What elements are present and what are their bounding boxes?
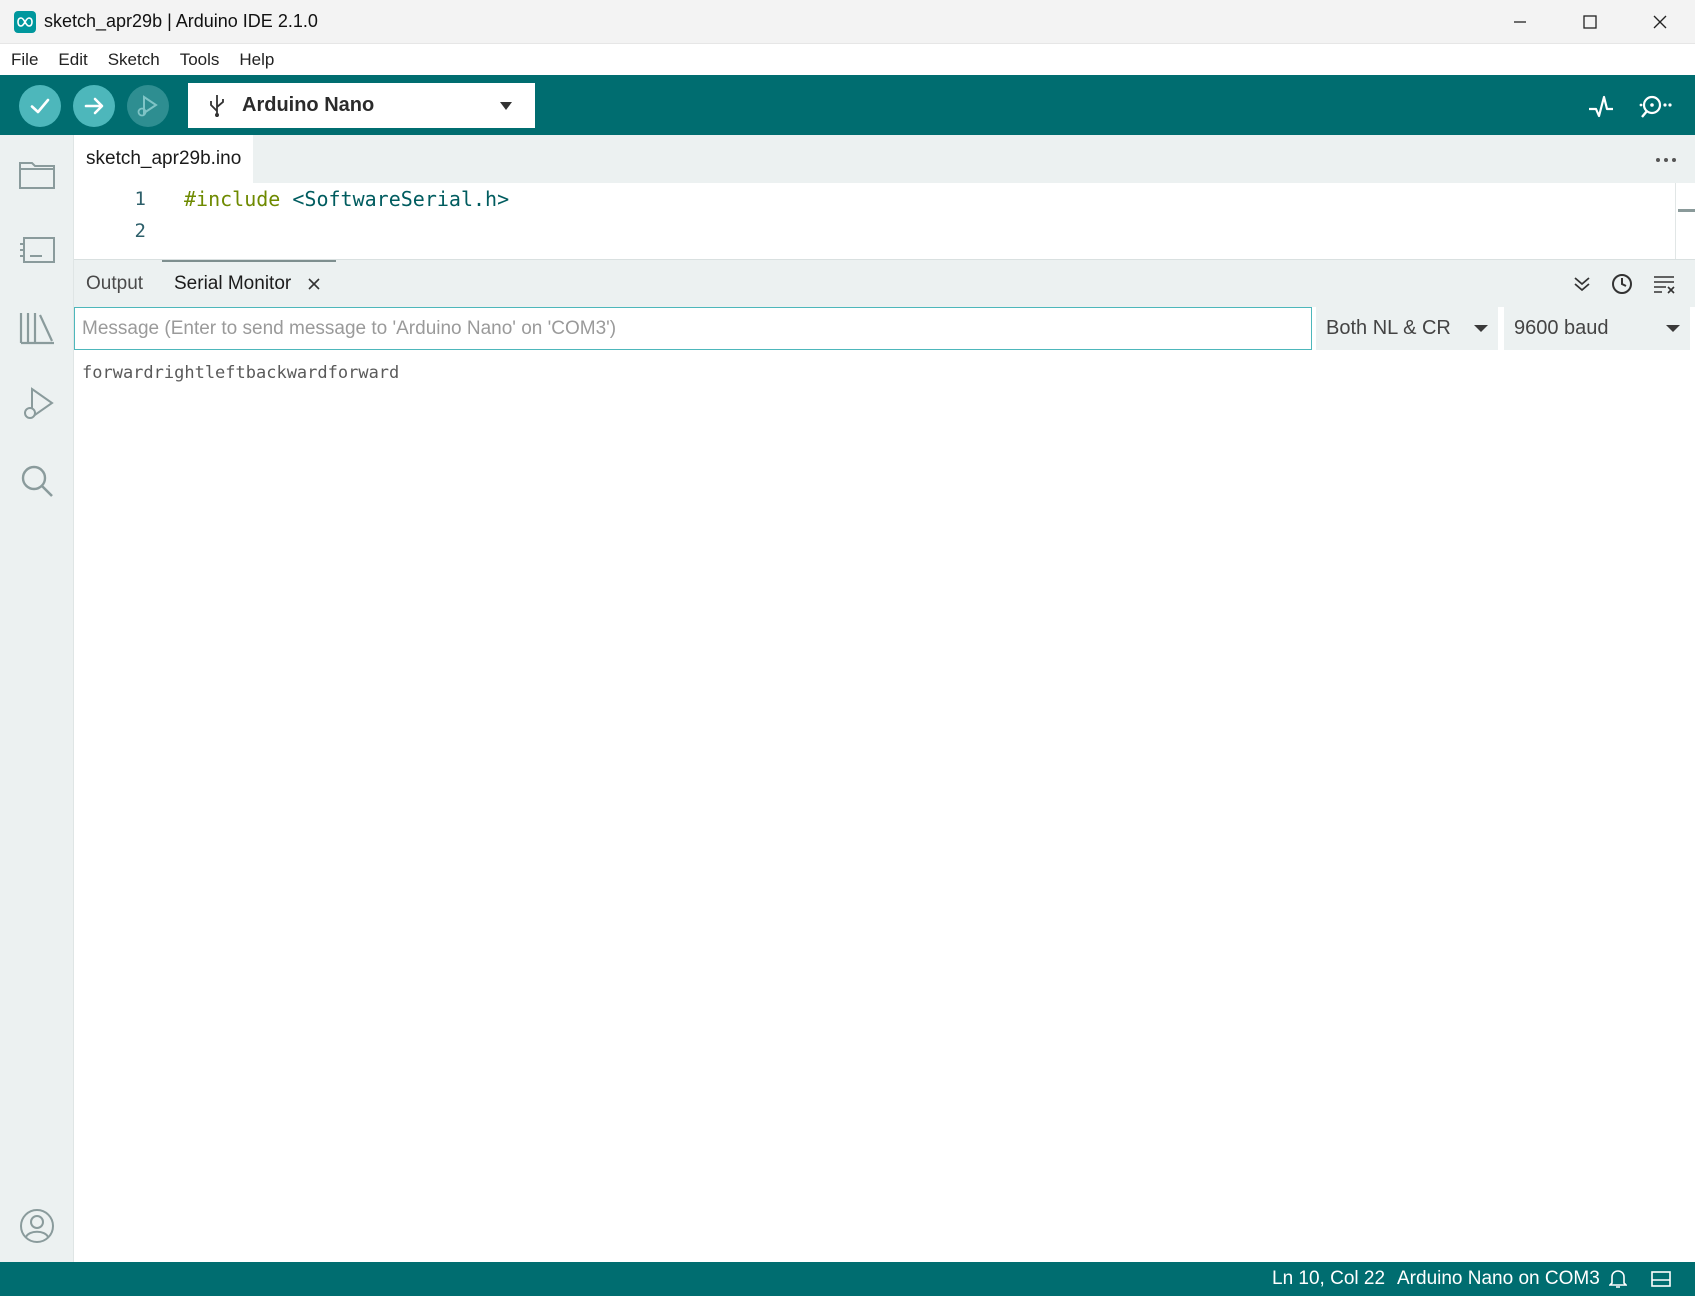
line-number: 2	[134, 220, 146, 242]
autoscroll-button[interactable]	[1568, 270, 1596, 298]
more-icon	[1656, 158, 1676, 162]
window-title: sketch_apr29b | Arduino IDE 2.1.0	[44, 11, 318, 31]
code-line: 2	[74, 215, 1674, 247]
menu-tools[interactable]: Tools	[180, 50, 220, 70]
account-button[interactable]	[16, 1205, 58, 1247]
menu-file[interactable]: File	[11, 50, 38, 70]
library-manager-button[interactable]	[16, 307, 58, 349]
close-tab-button[interactable]	[305, 275, 323, 293]
title-bar: sketch_apr29b | Arduino IDE 2.1.0	[0, 0, 1695, 44]
close-icon	[308, 278, 320, 290]
more-actions-button[interactable]	[1651, 145, 1681, 175]
panel-layout-icon	[1651, 1271, 1671, 1287]
double-chevron-down-icon	[1574, 277, 1590, 292]
maximize-button[interactable]	[1555, 0, 1625, 44]
panel-tab-strip: Output Serial Monitor	[74, 259, 1695, 307]
chevron-down-icon	[1666, 325, 1680, 332]
minimize-icon	[1514, 21, 1526, 23]
folder-icon	[19, 162, 55, 189]
usb-icon	[210, 94, 224, 117]
close-window-button[interactable]	[1625, 0, 1695, 44]
upload-button[interactable]	[73, 85, 115, 127]
serial-plotter-button[interactable]	[1583, 89, 1619, 125]
tab-serial-monitor[interactable]: Serial Monitor	[161, 260, 337, 308]
search-button[interactable]	[16, 460, 58, 502]
menu-bar: File Edit Sketch Tools Help	[0, 44, 1695, 75]
line-number: 1	[134, 188, 146, 210]
toolbar: Arduino Nano	[0, 75, 1695, 135]
output-line: forwardrightleftbackwardforward	[82, 363, 400, 383]
timestamp-button[interactable]	[1608, 270, 1636, 298]
debug-button[interactable]	[127, 85, 169, 127]
minimize-button[interactable]	[1485, 0, 1555, 44]
toggle-panel-button[interactable]	[1650, 1268, 1672, 1290]
clear-icon	[1654, 276, 1675, 294]
code-include-target: <SoftwareSerial.h>	[280, 187, 510, 211]
status-bar: Ln 10, Col 22 Arduino Nano on COM3	[0, 1262, 1695, 1296]
search-icon	[21, 465, 53, 497]
debug-icon	[24, 387, 54, 419]
notifications-button[interactable]	[1607, 1268, 1629, 1290]
editor-tab-strip: sketch_apr29b.ino	[74, 135, 1695, 183]
menu-sketch[interactable]: Sketch	[108, 50, 160, 70]
check-icon	[30, 98, 50, 114]
menu-edit[interactable]: Edit	[58, 50, 87, 70]
arrow-right-icon	[84, 97, 104, 115]
arduino-logo-icon	[14, 10, 36, 33]
clear-output-button[interactable]	[1650, 270, 1678, 298]
baud-rate-value: 9600 baud	[1514, 317, 1609, 339]
board-selector[interactable]: Arduino Nano	[188, 83, 535, 128]
baud-rate-select[interactable]: 9600 baud	[1504, 307, 1690, 350]
library-icon	[19, 313, 54, 345]
debug-panel-button[interactable]	[16, 383, 58, 425]
editor-tab-sketch[interactable]: sketch_apr29b.ino	[74, 135, 254, 183]
serial-monitor-toolbar: Both NL & CR 9600 baud	[74, 307, 1695, 351]
code-editor[interactable]: 1 #include <SoftwareSerial.h> 2	[74, 183, 1695, 259]
bell-icon	[1609, 1270, 1627, 1288]
chevron-down-icon	[1474, 325, 1488, 332]
code-keyword: #include	[184, 187, 281, 211]
tab-output[interactable]: Output	[86, 260, 143, 308]
maximize-icon	[1583, 15, 1597, 29]
debug-icon	[137, 95, 158, 117]
tab-serial-monitor-label: Serial Monitor	[174, 273, 292, 294]
cursor-position[interactable]: Ln 10, Col 22	[1272, 1268, 1385, 1290]
board-name: Arduino Nano	[242, 94, 375, 116]
serial-monitor-icon	[1639, 95, 1672, 118]
verify-button[interactable]	[19, 85, 61, 127]
editor-scrollbar[interactable]	[1675, 183, 1695, 259]
code-line: 1 #include <SoftwareSerial.h>	[74, 183, 1674, 215]
menu-help[interactable]: Help	[239, 50, 274, 70]
tab-output-label: Output	[86, 273, 144, 294]
boards-manager-icon	[20, 237, 55, 263]
serial-plotter-icon	[1589, 95, 1613, 118]
serial-monitor-button[interactable]	[1638, 89, 1674, 125]
account-icon	[20, 1209, 54, 1243]
line-ending-select[interactable]: Both NL & CR	[1316, 307, 1498, 350]
line-ending-value: Both NL & CR	[1326, 317, 1451, 339]
close-icon	[1653, 15, 1667, 29]
sketchbook-button[interactable]	[16, 153, 58, 195]
chevron-down-icon	[500, 102, 512, 110]
board-port-status[interactable]: Arduino Nano on COM3	[1397, 1268, 1600, 1290]
message-input[interactable]	[74, 307, 1312, 350]
serial-monitor-output[interactable]: forwardrightleftbackwardforward	[74, 351, 1695, 1262]
boards-manager-button[interactable]	[16, 229, 58, 271]
scroll-marker	[1678, 209, 1695, 212]
code-text: #include <SoftwareSerial.h>	[184, 187, 509, 211]
activity-sidebar	[0, 135, 74, 1262]
clock-icon	[1612, 274, 1632, 294]
